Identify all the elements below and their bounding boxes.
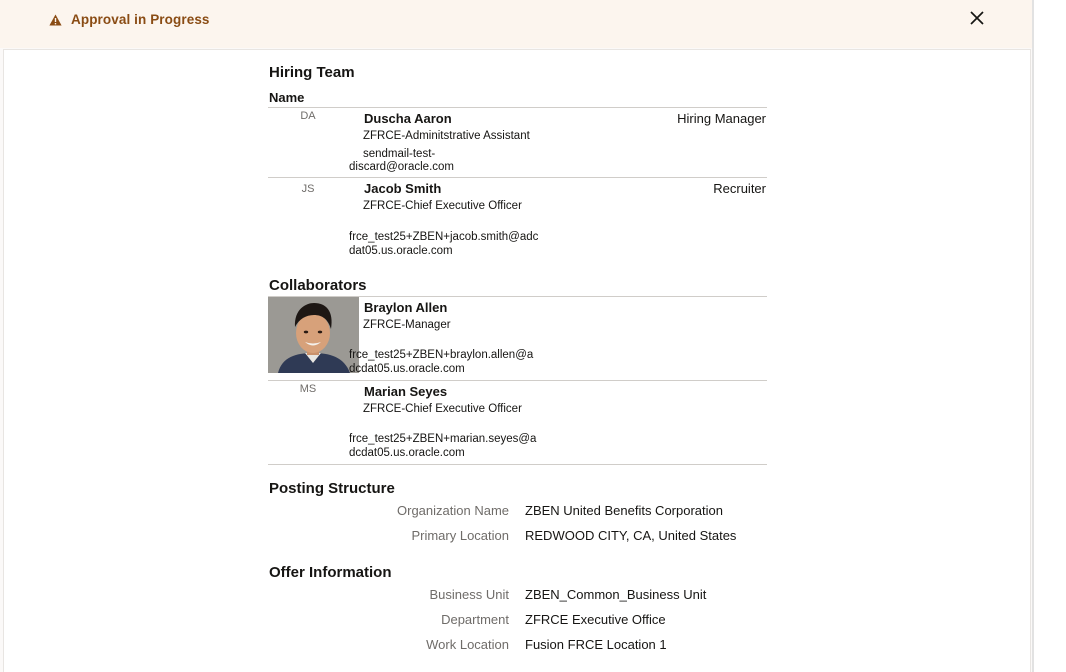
member-job-title: ZFRCE-Adminitstrative Assistant xyxy=(363,130,530,142)
member-role: Recruiter xyxy=(713,181,766,196)
field-label: Primary Location xyxy=(411,528,509,543)
avatar-initials: JS xyxy=(301,183,315,195)
hiring-team-heading: Hiring Team xyxy=(269,64,355,81)
field-value: ZFRCE Executive Office xyxy=(525,612,666,627)
collaborator-email-line[interactable]: dcdat05.us.oracle.com xyxy=(349,363,465,375)
field-label: Department xyxy=(441,612,509,627)
details-content: Hiring Team Name DA Duscha Aaron ZFRCE-A… xyxy=(0,0,1066,672)
avatar-initials: MS xyxy=(299,383,317,395)
member-email-line[interactable]: frce_test25+ZBEN+jacob.smith@adc xyxy=(349,231,538,243)
field-label: Business Unit xyxy=(429,587,509,602)
divider xyxy=(268,380,767,381)
member-email-line[interactable]: sendmail-test- xyxy=(363,148,435,160)
collaborator-email-line[interactable]: frce_test25+ZBEN+braylon.allen@a xyxy=(349,349,533,361)
field-value: ZBEN_Common_Business Unit xyxy=(525,587,707,602)
collaborator-name[interactable]: Marian Seyes xyxy=(364,384,447,399)
avatar-photo xyxy=(268,297,359,373)
offer-information-heading: Offer Information xyxy=(269,564,392,581)
field-value: ZBEN United Benefits Corporation xyxy=(525,503,723,518)
collaborator-name[interactable]: Braylon Allen xyxy=(364,300,447,315)
member-name[interactable]: Jacob Smith xyxy=(364,181,441,196)
member-name[interactable]: Duscha Aaron xyxy=(364,111,452,126)
collaborator-job-title: ZFRCE-Manager xyxy=(363,319,451,331)
collaborator-email-line[interactable]: frce_test25+ZBEN+marian.seyes@a xyxy=(349,433,536,445)
divider xyxy=(268,464,767,465)
posting-structure-heading: Posting Structure xyxy=(269,480,395,497)
divider xyxy=(268,107,767,108)
divider xyxy=(268,177,767,178)
collaborator-job-title: ZFRCE-Chief Executive Officer xyxy=(363,403,522,415)
member-job-title: ZFRCE-Chief Executive Officer xyxy=(363,200,522,212)
avatar-initials: DA xyxy=(300,110,316,122)
member-role: Hiring Manager xyxy=(677,111,766,126)
field-value: Fusion FRCE Location 1 xyxy=(525,637,667,652)
collaborators-heading: Collaborators xyxy=(269,277,367,294)
name-column-header: Name xyxy=(269,90,305,105)
field-label: Organization Name xyxy=(397,503,509,518)
field-label: Work Location xyxy=(426,637,509,652)
member-email-line[interactable]: dat05.us.oracle.com xyxy=(349,245,453,257)
field-value: REDWOOD CITY, CA, United States xyxy=(525,528,737,543)
collaborator-email-line[interactable]: dcdat05.us.oracle.com xyxy=(349,447,465,459)
member-email-line[interactable]: discard@oracle.com xyxy=(349,161,454,173)
